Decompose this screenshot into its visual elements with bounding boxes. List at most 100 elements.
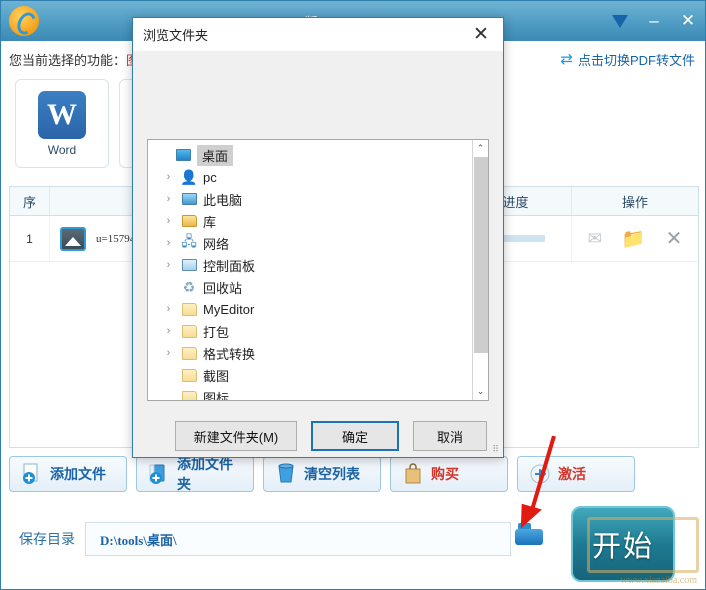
app-logo-icon	[9, 6, 39, 36]
dialog-body: 桌面 › 👤 pc › 此电脑 › 库 › 🖧 网络 › 控制面板 ♻ 回收站 › MyEditor › 打包 › 格式…	[133, 51, 503, 457]
folder-icon	[180, 389, 198, 400]
activate-button[interactable]: 激活	[517, 456, 635, 492]
cancel-button[interactable]: 取消	[413, 421, 487, 451]
tree-item-label: 控制面板	[203, 258, 256, 274]
trash-icon	[274, 462, 298, 486]
tree-item-桌面[interactable]: 桌面	[152, 144, 473, 166]
tree-item-回收站[interactable]: ♻ 回收站	[152, 276, 473, 298]
control-panel-icon	[180, 257, 198, 273]
save-directory-label: 保存目录	[19, 531, 75, 547]
dialog-title: 浏览文件夹	[143, 27, 209, 43]
chevron-right-icon[interactable]: ›	[162, 325, 175, 337]
open-folder-icon[interactable]: 📁	[622, 227, 646, 251]
folder-tree-panel: 桌面 › 👤 pc › 此电脑 › 库 › 🖧 网络 › 控制面板 ♻ 回收站 › MyEditor › 打包 › 格式…	[147, 139, 489, 401]
dropdown-icon[interactable]	[603, 2, 637, 40]
minimize-button[interactable]: –	[637, 2, 671, 40]
dialog-title-bar: 浏览文件夹 ✕	[133, 18, 503, 51]
tree-item-label: 网络	[203, 236, 230, 252]
tree-item-label: 图标	[203, 390, 230, 401]
network-icon: 🖧	[181, 233, 197, 249]
dialog-button-row: 新建文件夹(M) 确定 取消	[133, 415, 503, 457]
tree-scrollbar[interactable]: ⌃ ⌄	[472, 140, 488, 400]
close-button[interactable]: ✕	[671, 2, 705, 40]
format-tile-label: Word	[47, 142, 77, 157]
column-header-actions: 操作	[621, 194, 648, 210]
tree-item-此电脑[interactable]: › 此电脑	[152, 188, 473, 210]
save-directory-row: 保存目录 D:\tools\桌面\	[11, 521, 511, 557]
this-pc-icon	[180, 191, 198, 207]
switch-mode-link[interactable]: ⇄ 点击切换PDF转文件	[560, 50, 695, 69]
folder-icon	[180, 301, 198, 317]
tree-item-MyEditor[interactable]: › MyEditor	[152, 298, 473, 320]
swap-arrows-icon: ⇄	[560, 51, 573, 68]
scrollbar-thumb[interactable]	[473, 157, 488, 353]
folder-icon	[180, 323, 198, 339]
tree-item-label: 格式转换	[203, 346, 256, 362]
start-button[interactable]: 开始	[571, 506, 675, 582]
add-folder-button[interactable]: 添加文件夹	[136, 456, 254, 493]
new-folder-button[interactable]: 新建文件夹(M)	[175, 421, 297, 451]
tree-item-图标[interactable]: 图标	[152, 386, 473, 401]
add-folder-label: 添加文件夹	[177, 458, 233, 493]
chevron-right-icon[interactable]: ›	[162, 215, 175, 227]
library-icon	[180, 213, 198, 229]
tree-item-label: 截图	[203, 368, 230, 384]
tree-item-label: pc	[203, 169, 217, 185]
tree-item-控制面板[interactable]: › 控制面板	[152, 254, 473, 276]
buy-label: 购买	[431, 468, 459, 483]
chevron-right-icon[interactable]: ›	[162, 193, 175, 205]
folder-tree-list: 桌面 › 👤 pc › 此电脑 › 库 › 🖧 网络 › 控制面板 ♻ 回收站 › MyEditor › 打包 › 格式…	[148, 140, 473, 400]
tree-item-库[interactable]: › 库	[152, 210, 473, 232]
add-file-icon	[20, 462, 44, 486]
buy-button[interactable]: 购买	[390, 456, 508, 492]
tree-item-格式转换[interactable]: › 格式转换	[152, 342, 473, 364]
browse-folder-dialog: 浏览文件夹 ✕ 桌面 › 👤 pc › 此电脑 › 库 › 🖧 网络 › 控制面板 ♻ 回收站 › MyEdit…	[132, 17, 504, 458]
remove-icon[interactable]: ✕	[666, 226, 683, 251]
desktop-icon	[174, 147, 192, 163]
tree-item-label: 桌面	[197, 144, 234, 166]
browse-folder-icon[interactable]	[514, 520, 544, 550]
column-header-index: 序	[10, 187, 50, 215]
shopping-bag-icon	[401, 462, 425, 486]
scroll-down-icon[interactable]: ⌄	[473, 383, 489, 400]
add-file-label: 添加文件	[50, 468, 106, 483]
dialog-close-icon[interactable]: ✕	[459, 18, 503, 51]
function-label-text: 您当前选择的功能：	[9, 53, 127, 68]
tree-item-打包[interactable]: › 打包	[152, 320, 473, 342]
chevron-right-icon[interactable]: ›	[162, 347, 175, 359]
selected-function-label: 您当前选择的功能：图	[9, 50, 139, 69]
preview-icon[interactable]: ✉	[588, 229, 602, 249]
chevron-right-icon[interactable]: ›	[162, 171, 175, 183]
resize-grip-icon[interactable]: ⠿	[492, 444, 500, 455]
chevron-right-icon[interactable]: ›	[162, 303, 175, 315]
clear-list-label: 清空列表	[304, 468, 360, 483]
tree-item-label: 库	[203, 214, 217, 230]
save-directory-input[interactable]: D:\tools\桌面\	[85, 522, 511, 556]
image-thumbnail-icon	[60, 226, 86, 251]
activate-label: 激活	[558, 468, 586, 483]
ok-button[interactable]: 确定	[311, 421, 399, 451]
tree-item-pc[interactable]: › 👤 pc	[152, 166, 473, 188]
recycle-bin-icon: ♻	[182, 278, 196, 295]
user-icon: 👤	[180, 168, 198, 185]
folder-icon	[180, 345, 198, 361]
scrollbar-track[interactable]	[473, 157, 489, 383]
row-actions-cell: ✉ 📁 ✕	[572, 216, 698, 261]
scroll-up-icon[interactable]: ⌃	[473, 140, 489, 157]
tree-item-label: 回收站	[203, 280, 243, 296]
tree-item-label: 此电脑	[203, 192, 243, 208]
format-tile-word[interactable]: W Word	[15, 79, 109, 168]
chevron-right-icon[interactable]: ›	[162, 237, 175, 249]
tree-item-label: 打包	[203, 324, 230, 340]
activate-icon	[528, 462, 552, 486]
bottom-toolbar: 添加文件 添加文件夹 清空列表 购买 激活	[9, 456, 699, 493]
tree-item-label: MyEditor	[203, 301, 255, 317]
clear-list-button[interactable]: 清空列表	[263, 456, 381, 492]
tree-item-网络[interactable]: › 🖧 网络	[152, 232, 473, 254]
tree-item-截图[interactable]: 截图	[152, 364, 473, 386]
add-file-button[interactable]: 添加文件	[9, 456, 127, 492]
switch-mode-label: 点击切换PDF转文件	[577, 53, 695, 68]
folder-icon	[180, 367, 198, 383]
chevron-right-icon[interactable]: ›	[162, 259, 175, 271]
word-icon: W	[38, 90, 86, 139]
